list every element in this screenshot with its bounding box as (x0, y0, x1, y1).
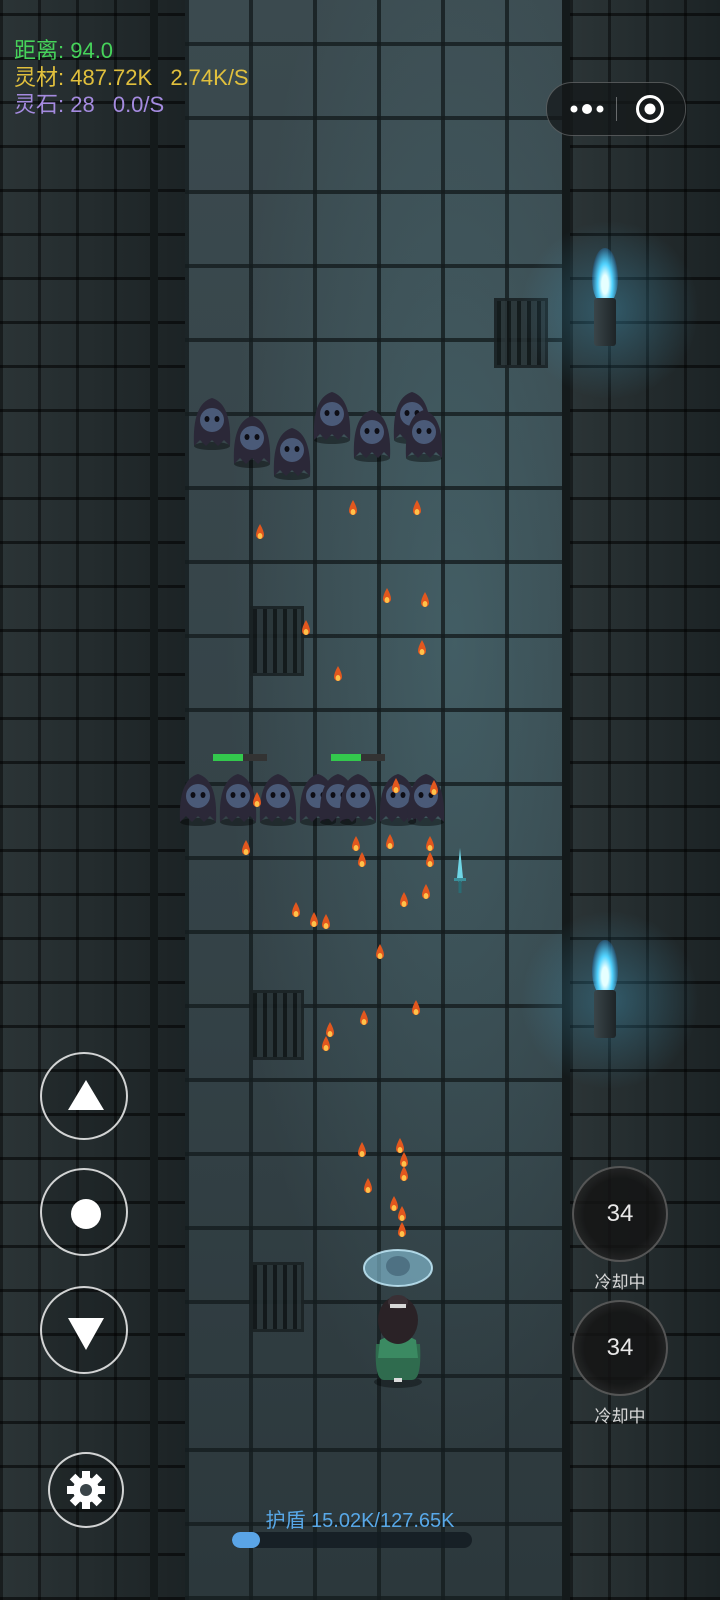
shadow-ghost-enemy (273, 428, 311, 480)
circle-dot-icon (71, 1199, 101, 1229)
floor-grate (250, 990, 304, 1060)
fireball (426, 852, 434, 867)
more-dots-icon[interactable] (565, 99, 619, 119)
fireball (422, 884, 430, 899)
fireball (360, 1010, 368, 1025)
move-up-button[interactable] (40, 1052, 128, 1140)
fireball (256, 524, 264, 539)
fireball (383, 588, 391, 603)
enemy-hp-fill (213, 754, 243, 761)
fireball (253, 792, 261, 807)
shadow-ghost-enemy (353, 410, 391, 462)
blue-torch (586, 940, 626, 1050)
capsule-divider (616, 97, 617, 121)
fireball (400, 1166, 408, 1181)
shadow-ghost-enemy (407, 774, 445, 826)
distance-value: 距离: 94.0 (14, 38, 114, 63)
fireball (292, 902, 300, 917)
shield-label: 护盾 15.02K/127.65K (265, 1510, 455, 1532)
fireball (322, 1036, 330, 1051)
shadow-ghost-enemy (193, 398, 231, 450)
fireball (392, 778, 400, 793)
fireball (334, 666, 342, 681)
material-stat: 灵材: 487.72K 2.74K/S (14, 65, 249, 91)
skill-button-1[interactable]: 34 (572, 1166, 668, 1262)
fireball (430, 780, 438, 795)
move-down-button[interactable] (40, 1286, 128, 1374)
fireball (322, 914, 330, 929)
distance-stat: 距离: 94.0 (14, 38, 113, 64)
shadow-ghost-enemy (339, 774, 377, 826)
fireball (412, 1000, 420, 1015)
shadow-ghost-enemy (179, 774, 217, 826)
material-rate: 2.74K/S (170, 65, 249, 90)
fireball (376, 944, 384, 959)
shield-progress-fill (232, 1532, 261, 1548)
fireball (386, 834, 394, 849)
fireball (242, 840, 250, 855)
fireball (398, 1222, 406, 1237)
fireball (421, 592, 429, 607)
fireball (400, 892, 408, 907)
skill-1-status: 冷却中 (594, 1273, 646, 1292)
material-value: 灵材: 487.72K (14, 65, 153, 90)
fireball (349, 500, 357, 515)
enemy-hp-bar (213, 754, 267, 761)
shield-progress-bar (232, 1532, 472, 1548)
skill-button-2[interactable]: 34 (572, 1300, 668, 1396)
fireball (358, 852, 366, 867)
enemy-hp-bar (331, 754, 385, 761)
mini-program-capsule (546, 82, 686, 136)
triangle-up-icon (68, 1080, 104, 1110)
shadow-ghost-enemy (405, 410, 443, 462)
fireball (358, 1142, 366, 1157)
left-wall-edge (150, 0, 158, 1600)
enemy-hp-fill (331, 754, 361, 761)
shadow-ghost-enemy (233, 416, 271, 468)
target-circle-icon[interactable] (635, 94, 665, 124)
spirit-stone-value: 灵石: 28 (14, 92, 95, 117)
floor-grate (250, 606, 304, 676)
fireball (418, 640, 426, 655)
triangle-down-icon (68, 1318, 104, 1350)
shadow-ghost-enemy (313, 392, 351, 444)
fireball (364, 1178, 372, 1193)
stop-button[interactable] (40, 1168, 128, 1256)
spirit-stone-rate: 0.0/S (112, 92, 165, 117)
fireball (310, 912, 318, 927)
flying-sword (454, 848, 466, 893)
fireball (413, 500, 421, 515)
player-character (363, 1249, 433, 1388)
skill-1-cooldown: 34 (606, 1200, 634, 1227)
blue-torch (586, 248, 626, 358)
skill-2-status: 冷却中 (594, 1407, 646, 1426)
spirit-stone-stat: 灵石: 28 0.0/S (14, 92, 164, 118)
floor-grate (250, 1262, 304, 1332)
skill-2-cooldown: 34 (606, 1334, 634, 1361)
fireball (302, 620, 310, 635)
